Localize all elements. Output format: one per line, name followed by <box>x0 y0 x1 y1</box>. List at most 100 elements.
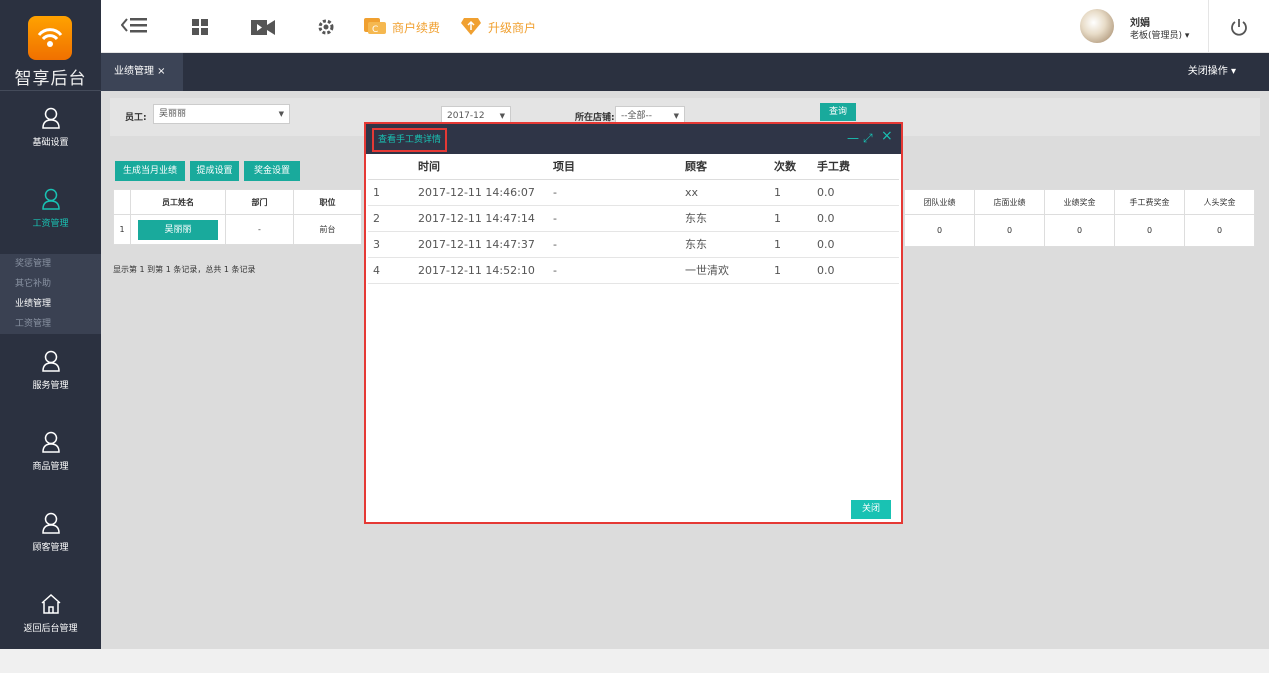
col-header: 团队业绩 <box>904 189 975 215</box>
row-index: 2 <box>368 205 418 232</box>
employee-name-button[interactable]: 吴丽丽 <box>138 219 218 240</box>
user-icon <box>41 512 60 534</box>
employee-select-value: 吴丽丽 <box>159 109 187 119</box>
row-index: 4 <box>368 257 418 284</box>
col-header: 店面业绩 <box>974 189 1045 215</box>
bonus-settings-button[interactable]: 奖金设置 <box>244 161 300 181</box>
tabbar: 业绩管理 × 关闭操作 ▾ <box>101 53 1269 91</box>
user-icon <box>41 107 60 129</box>
performance-table-right: 团队业绩 店面业绩 业绩奖金 手工费奖金 人头奖金 0 0 0 0 0 <box>904 189 1255 247</box>
user-icon <box>41 350 60 372</box>
modal-title: 查看手工费详情 <box>372 128 448 152</box>
col-header-item: 项目 <box>553 154 685 180</box>
customer-cell: 一世清欢 <box>685 257 774 284</box>
sidebar-item-customers[interactable]: 顾客管理 <box>0 512 101 592</box>
col-header: 职位 <box>293 189 362 215</box>
table-row: 4 2017-12-11 14:52:10 - 一世清欢 1 0.0 <box>368 257 899 284</box>
renew-link[interactable]: 商户续费 <box>392 19 440 36</box>
power-icon <box>1231 18 1247 36</box>
fee-cell: 0.0 <box>817 231 899 258</box>
col-header: 部门 <box>225 189 294 215</box>
close-button[interactable]: 关闭 <box>851 500 891 519</box>
app-title: 智享后台 <box>14 69 87 89</box>
maximize-icon[interactable]: ⤢ <box>863 132 873 144</box>
employee-label: 员工: <box>125 113 147 123</box>
diamond-icon[interactable] <box>461 16 481 39</box>
query-button[interactable]: 查询 <box>820 103 856 121</box>
count-cell: 1 <box>774 179 817 206</box>
user-role-dropdown[interactable]: 老板(管理员) ▾ <box>1130 28 1189 41</box>
fee-cell: 0.0 <box>817 257 899 284</box>
home-icon <box>41 593 60 614</box>
time-cell: 2017-12-11 14:46:07 <box>418 179 553 206</box>
sidebar-item-label: 顾客管理 <box>32 543 69 553</box>
menu-collapse-icon[interactable] <box>120 15 147 38</box>
table-header-row: 员工姓名 部门 职位 <box>113 189 362 215</box>
col-header-fee: 手工费 <box>817 154 899 180</box>
customer-cell: 东东 <box>685 231 774 258</box>
sidebar-item-goods[interactable]: 商品管理 <box>0 431 101 511</box>
store-select-value: --全部-- <box>621 111 652 121</box>
user-icon <box>41 188 60 210</box>
cell: 0 <box>974 214 1045 247</box>
dept-cell: - <box>225 214 294 245</box>
col-header: 员工姓名 <box>130 189 226 215</box>
item-cell: - <box>553 231 685 258</box>
table-row: 1 2017-12-11 14:46:07 - xx 1 0.0 <box>368 179 899 206</box>
pagination-info: 显示第 1 到第 1 条记录，总共 1 条记录 <box>113 265 256 274</box>
item-cell: - <box>553 205 685 232</box>
upgrade-link[interactable]: 升级商户 <box>488 19 536 36</box>
sidebar-item-back-admin[interactable]: 返回后台管理 <box>0 593 101 673</box>
performance-table: 员工姓名 部门 职位 1 吴丽丽 - 前台 <box>113 189 362 245</box>
table-row: 3 2017-12-11 14:47:37 - 东东 1 0.0 <box>368 231 899 258</box>
item-cell: - <box>553 257 685 284</box>
count-cell: 1 <box>774 231 817 258</box>
employee-select[interactable]: 吴丽丽 ▼ <box>153 104 290 124</box>
col-header-time: 时间 <box>418 154 553 180</box>
table-row: 2 2017-12-11 14:47:14 - 东东 1 0.0 <box>368 205 899 232</box>
submenu-item[interactable]: 其它补助 <box>0 274 101 294</box>
close-operations-dropdown[interactable]: 关闭操作 ▾ <box>1188 53 1236 91</box>
logout-button[interactable] <box>1208 0 1269 53</box>
cell: 0 <box>1114 214 1185 247</box>
customer-cell: 东东 <box>685 205 774 232</box>
commission-settings-button[interactable]: 提成设置 <box>190 161 239 181</box>
submenu-item[interactable]: 奖惩管理 <box>0 254 101 274</box>
sidebar-item-label: 工资管理 <box>32 219 69 229</box>
gear-icon[interactable] <box>317 18 335 39</box>
video-icon[interactable] <box>251 20 275 38</box>
sidebar-item-label: 商品管理 <box>32 462 69 472</box>
sidebar-item-basic-settings[interactable]: 基础设置 <box>0 107 101 187</box>
table-row: 1 吴丽丽 - 前台 <box>113 214 362 245</box>
month-select-value: 2017-12 <box>447 111 485 121</box>
col-header: 手工费奖金 <box>1114 189 1185 215</box>
row-index: 1 <box>368 179 418 206</box>
grid-icon[interactable] <box>192 19 208 38</box>
submenu: 奖惩管理 其它补助 业绩管理 工资管理 <box>0 254 101 334</box>
row-index: 1 <box>113 214 131 245</box>
minimize-icon[interactable]: — <box>847 132 859 144</box>
sidebar-item-label: 基础设置 <box>32 138 69 148</box>
close-icon[interactable]: × <box>881 129 893 143</box>
row-index: 3 <box>368 231 418 258</box>
user-name[interactable]: 刘娟 <box>1130 14 1150 29</box>
col-header: 业绩奖金 <box>1044 189 1115 215</box>
logo-icon <box>28 16 72 60</box>
avatar[interactable] <box>1080 9 1114 43</box>
submenu-item-active[interactable]: 业绩管理 <box>0 294 101 314</box>
tab-performance[interactable]: 业绩管理 × <box>101 53 183 91</box>
fee-cell: 0.0 <box>817 205 899 232</box>
customer-cell: xx <box>685 179 774 206</box>
cell: 0 <box>1044 214 1115 247</box>
position-cell: 前台 <box>293 214 362 245</box>
count-cell: 1 <box>774 205 817 232</box>
generate-monthly-button[interactable]: 生成当月业绩 <box>115 161 185 181</box>
chevron-down-icon: ▼ <box>278 110 284 118</box>
employee-name-cell: 吴丽丽 <box>130 214 226 245</box>
fee-detail-modal: 查看手工费详情 — ⤢ × 时间 项目 顾客 次数 手工费 1 2017-12-… <box>364 122 903 524</box>
item-cell: - <box>553 179 685 206</box>
renew-icon[interactable]: C <box>364 16 386 39</box>
sidebar-item-service[interactable]: 服务管理 <box>0 350 101 430</box>
modal-header: 查看手工费详情 — ⤢ × <box>366 124 901 154</box>
submenu-item[interactable]: 工资管理 <box>0 314 101 334</box>
